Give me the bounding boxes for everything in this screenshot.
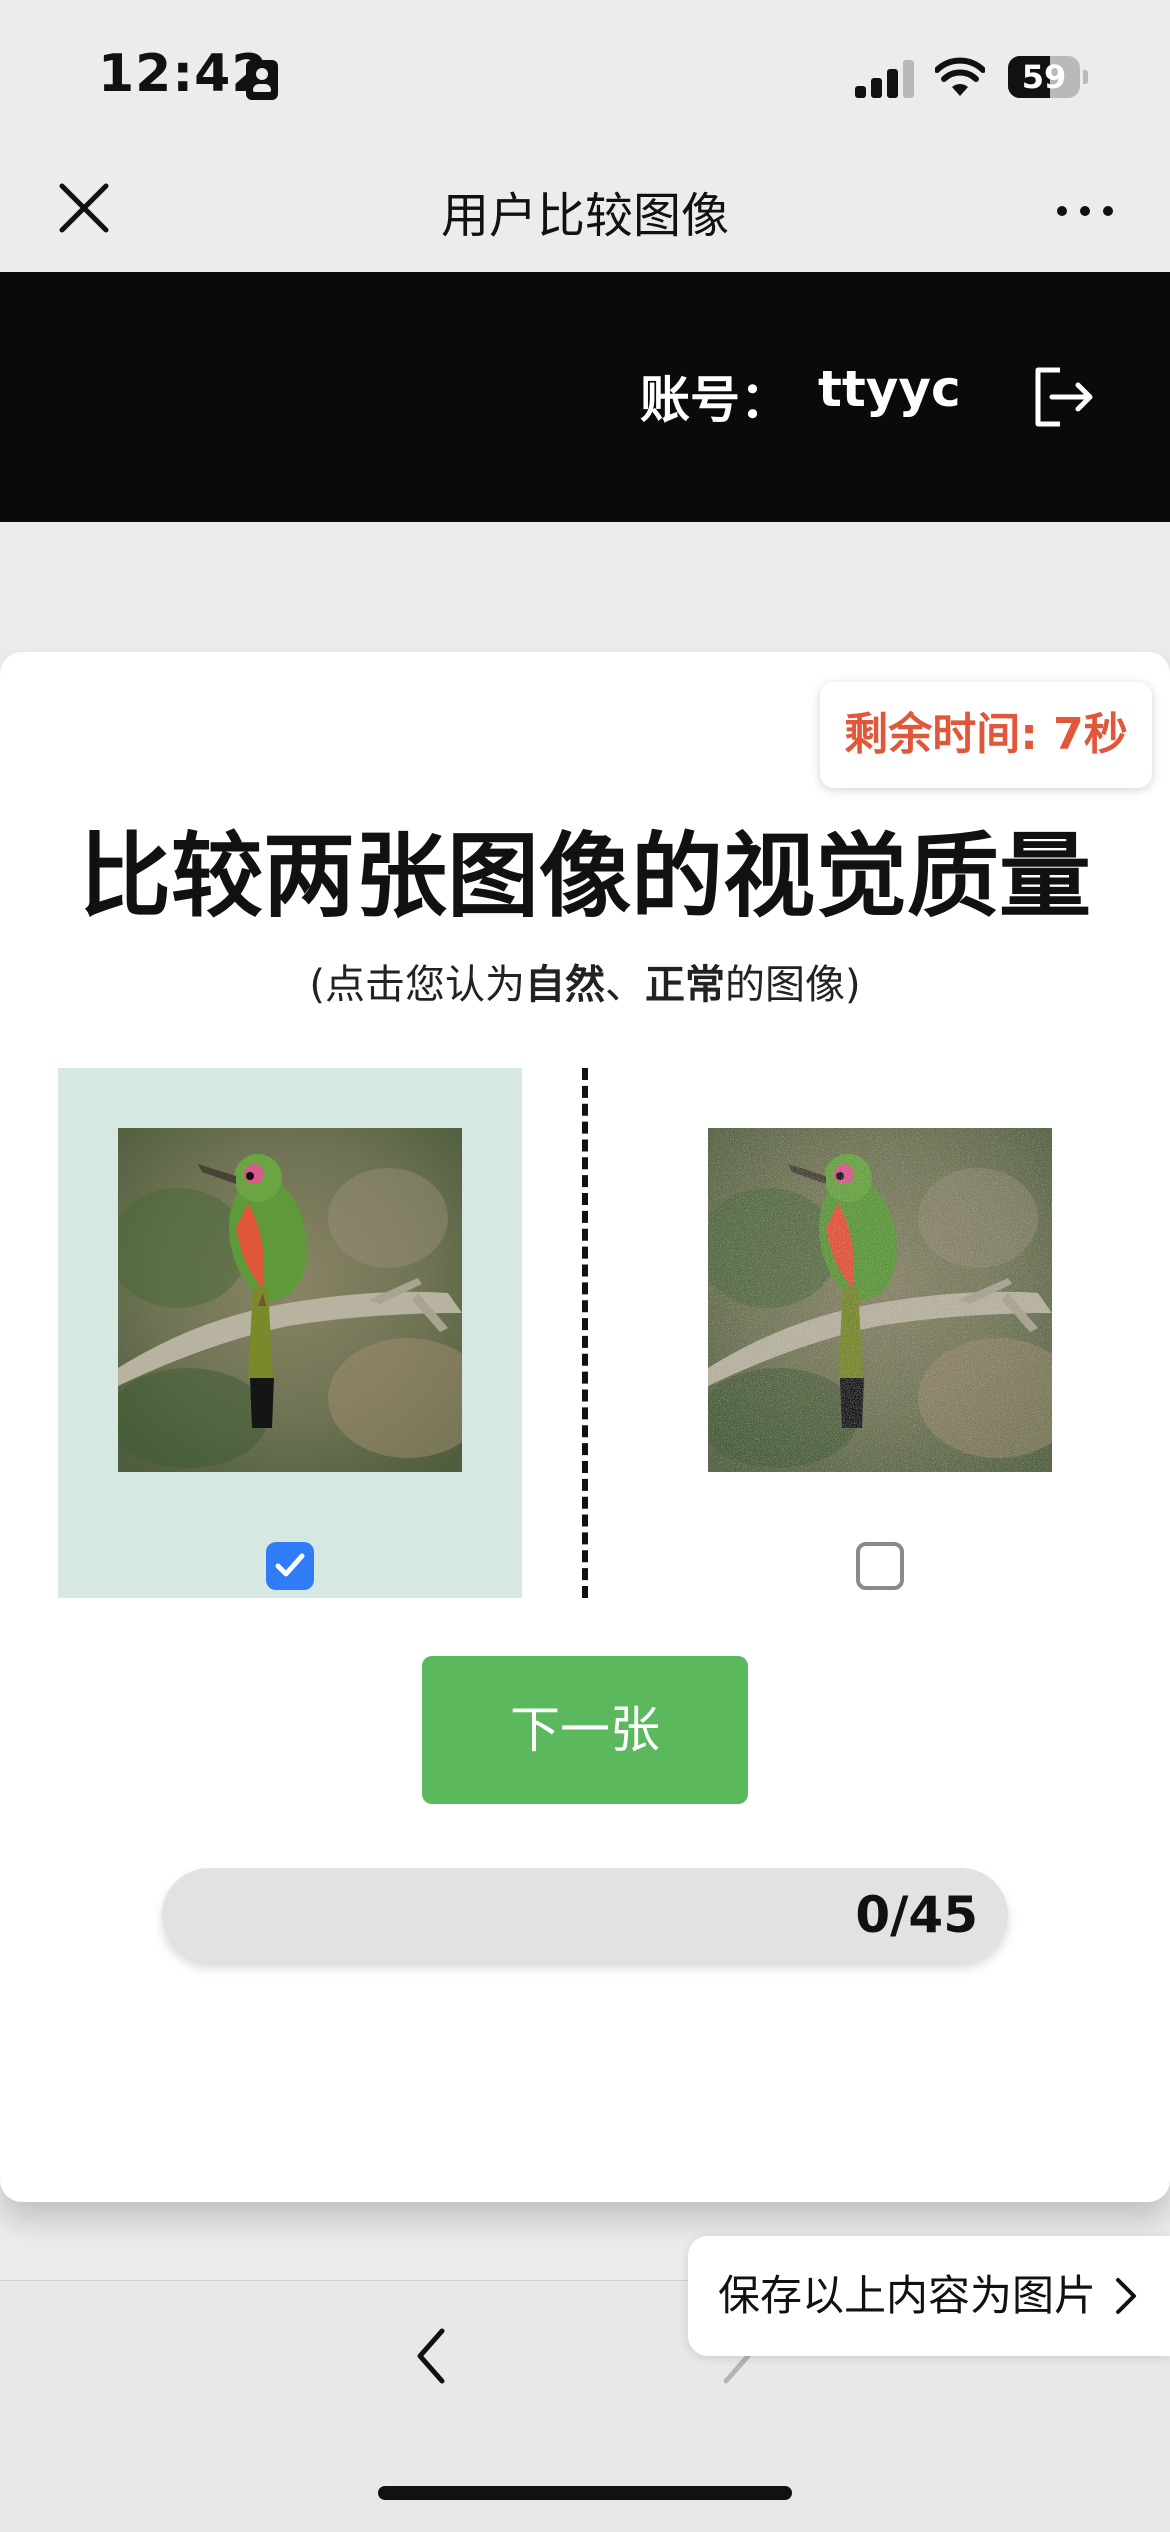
- save-label: 保存以上内容为图片: [718, 2271, 1097, 2320]
- subtitle-text: (点击您认为: [309, 962, 525, 1008]
- account-header: 账号： ttyyc: [0, 272, 1170, 522]
- home-indicator: [378, 2486, 792, 2500]
- cellular-signal-icon: [855, 60, 915, 98]
- more-icon[interactable]: [1055, 200, 1115, 220]
- id-card-icon: [246, 60, 278, 100]
- card-subtitle: (点击您认为自然、正常的图像): [0, 952, 1170, 1010]
- account-label: 账号：: [640, 371, 790, 429]
- status-bar: 12:42 59: [0, 0, 1170, 150]
- save-as-image-button[interactable]: 保存以上内容为图片: [688, 2236, 1170, 2356]
- subtitle-emphasis-natural: 自然: [525, 962, 605, 1008]
- timer-badge: 剩余时间: 7秒: [820, 682, 1152, 788]
- bird-image-left[interactable]: [118, 1128, 462, 1472]
- bird-image-right[interactable]: [708, 1128, 1052, 1472]
- progress-bar: 0/45: [162, 1868, 1008, 1962]
- divider: [582, 1068, 588, 1598]
- wifi-icon: [935, 57, 985, 96]
- chevron-right-icon: [1116, 2278, 1136, 2314]
- chevron-left-icon[interactable]: [406, 2321, 456, 2391]
- battery-icon: 59: [1008, 56, 1088, 98]
- card-title: 比较两张图像的视觉质量: [78, 823, 1091, 930]
- right-checkbox[interactable]: [856, 1542, 904, 1590]
- status-time: 12:42: [98, 44, 269, 104]
- image-option-right[interactable]: [648, 1068, 1112, 1598]
- battery-level: 59: [1021, 58, 1067, 96]
- progress-text: 0/45: [855, 1886, 978, 1944]
- subtitle-emphasis-normal: 正常: [645, 962, 725, 1008]
- next-button[interactable]: 下一张: [422, 1656, 748, 1804]
- page-title: 用户比较图像: [440, 188, 729, 244]
- nav-bar: 用户比较图像: [0, 150, 1170, 272]
- left-checkbox[interactable]: [266, 1542, 314, 1590]
- logout-icon[interactable]: [1030, 364, 1096, 430]
- comparison-card: 剩余时间: 7秒 比较两张图像的视觉质量 (点击您认为自然、正常的图像) 下一张…: [0, 652, 1170, 2202]
- subtitle-suffix: 的图像): [725, 962, 861, 1008]
- account-value: ttyyc: [818, 360, 961, 418]
- subtitle-separator: 、: [605, 962, 645, 1008]
- image-option-left[interactable]: [58, 1068, 522, 1598]
